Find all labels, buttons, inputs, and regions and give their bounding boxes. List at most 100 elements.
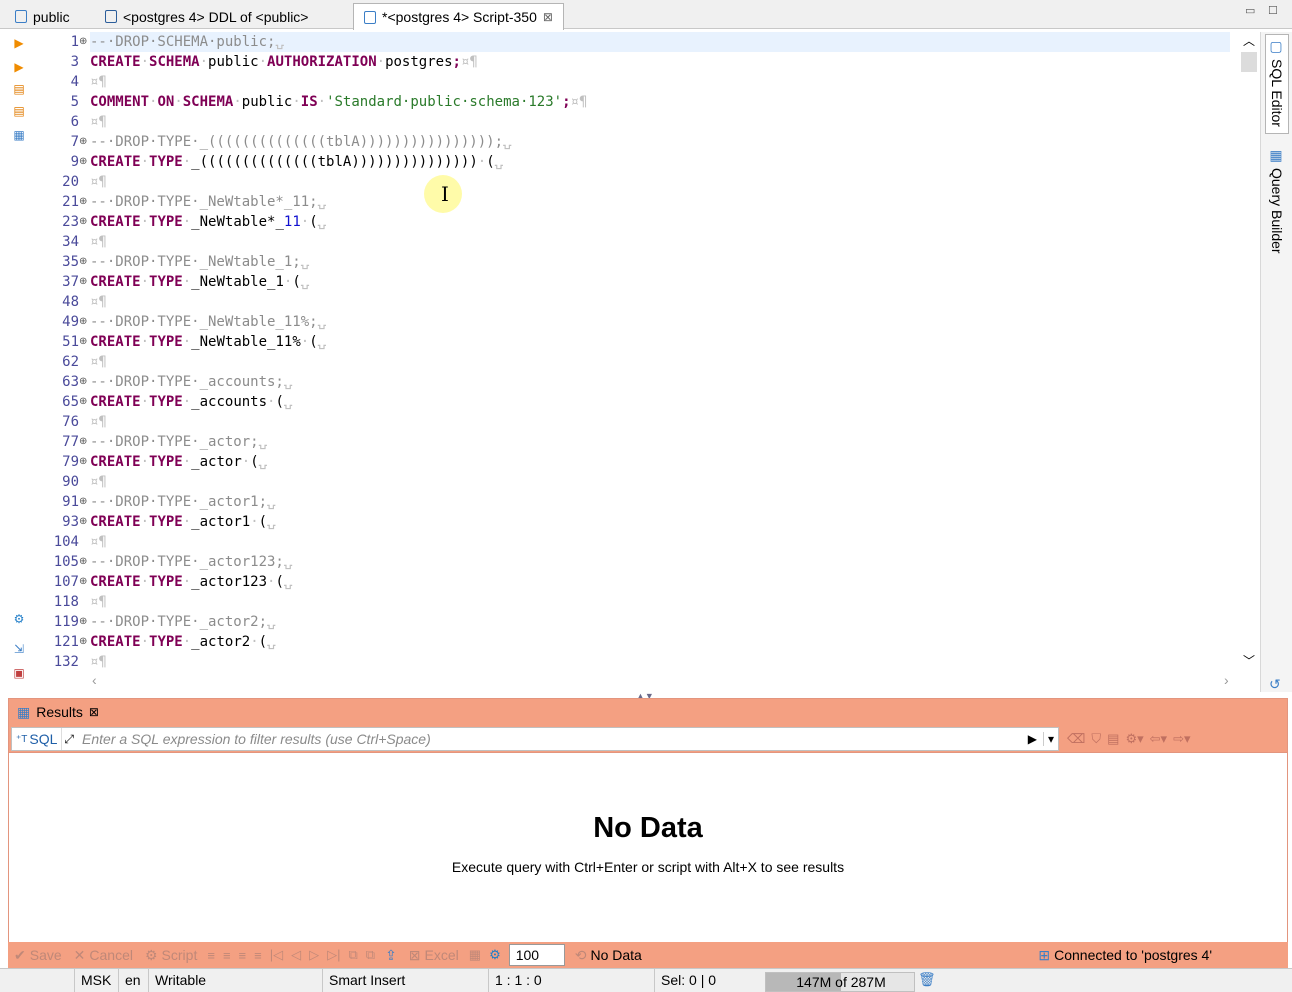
code-line[interactable]: --·DROP·TYPE·_actor2;⍽	[90, 612, 1230, 632]
scroll-down-icon[interactable]: ﹀	[1243, 652, 1255, 669]
code-line[interactable]: ¤¶	[90, 592, 1230, 612]
code-line[interactable]: --·DROP·SCHEMA·public;⍽	[90, 32, 1230, 52]
code-line[interactable]: --·DROP·TYPE·_NeWtable_11%;⍽	[90, 312, 1230, 332]
explain-plan-icon[interactable]: ▦	[12, 128, 26, 142]
script-button[interactable]: ⚙ Script	[139, 947, 203, 964]
fold-toggle-icon[interactable]: ⊕	[79, 392, 87, 412]
tab-sql-editor[interactable]: ▢ SQL Editor	[1265, 34, 1289, 134]
fold-toggle-icon[interactable]: ⊕	[79, 492, 87, 512]
code-line[interactable]: CREATE·TYPE·_actor2·(⍽	[90, 632, 1230, 652]
fold-toggle-icon[interactable]: ⊕	[79, 572, 87, 592]
code-line[interactable]: ¤¶	[90, 72, 1230, 92]
code-line[interactable]: CREATE·TYPE·_actor·(⍽	[90, 452, 1230, 472]
fold-toggle-icon[interactable]: ⊕	[79, 32, 87, 52]
minimize-icon[interactable]: ▭	[1245, 6, 1256, 17]
code-line[interactable]: ¤¶	[90, 352, 1230, 372]
garbage-collect-icon[interactable]: 🗑	[918, 971, 936, 988]
fold-toggle-icon[interactable]: ⊕	[79, 452, 87, 472]
code-line[interactable]: CREATE·TYPE·_NeWtable*_11·(⍽	[90, 212, 1230, 232]
code-line[interactable]: --·DROP·TYPE·_actor1;⍽	[90, 492, 1230, 512]
code-line[interactable]: ¤¶	[90, 292, 1230, 312]
forward-icon[interactable]: ⇨▾	[1173, 731, 1190, 747]
export-button[interactable]: ⇪	[379, 947, 403, 964]
code-line[interactable]: --·DROP·TYPE·_actor123;⍽	[90, 552, 1230, 572]
save-filter-icon[interactable]: ▤	[1107, 731, 1119, 747]
prev-page-icon[interactable]: ◁	[287, 947, 305, 963]
code-line[interactable]: CREATE·TYPE·_NeWtable_11%·(⍽	[90, 332, 1230, 352]
code-line[interactable]: ¤¶	[90, 412, 1230, 432]
editor-horizontal-scrollbar[interactable]: ‹ ›	[90, 672, 1240, 692]
filter-history-icon[interactable]: ▾	[1042, 732, 1058, 746]
fold-toggle-icon[interactable]: ⊕	[79, 512, 87, 532]
code-line[interactable]: CREATE·TYPE·_NeWtable_1·(⍽	[90, 272, 1230, 292]
first-page-icon[interactable]: |◁	[266, 947, 287, 963]
code-line[interactable]: --·DROP·TYPE·_((((((((((((((tblA))))))))…	[90, 132, 1230, 152]
code-line[interactable]: ¤¶	[90, 532, 1230, 552]
fold-toggle-icon[interactable]: ⊕	[79, 632, 87, 652]
refresh-button[interactable]: ⟲ No Data	[569, 947, 648, 964]
fold-toggle-icon[interactable]: ⊕	[79, 192, 87, 212]
execute-script-new-tab-icon[interactable]: ▤	[12, 104, 26, 118]
code-line[interactable]: CREATE·TYPE·_actor123·(⍽	[90, 572, 1230, 592]
filter-settings-icon[interactable]: ⛉	[1091, 731, 1101, 747]
code-line[interactable]: CREATE·TYPE·_actor1·(⍽	[90, 512, 1230, 532]
fold-toggle-icon[interactable]: ⊕	[79, 272, 87, 292]
fold-toggle-icon[interactable]: ⊕	[79, 212, 87, 232]
code-line[interactable]: ¤¶	[90, 112, 1230, 132]
load-script-icon[interactable]: ▣	[12, 666, 26, 680]
fetch-page-icon[interactable]: ⧉	[344, 947, 361, 963]
code-line[interactable]: ¤¶	[90, 232, 1230, 252]
clear-filter-icon[interactable]: ⌫	[1067, 731, 1085, 747]
edit-row-icon[interactable]: ≡	[203, 948, 219, 963]
sql-editor[interactable]: 1 ⊕ 3 4 5 6 7 ⊕ 9 ⊕ 20 21 ⊕ 23 ⊕ 34 35 ⊕ 37 ⊕ 48 49 ⊕ 51 ⊕ 62 63 ⊕ 6…	[34, 32, 1239, 671]
next-page-icon[interactable]: ▷	[305, 947, 323, 963]
scroll-thumb[interactable]	[1241, 52, 1257, 72]
filter-input[interactable]	[76, 731, 1022, 747]
settings-gear-icon[interactable]: ⚙	[12, 612, 26, 626]
tab-script-350[interactable]: *<postgres 4> Script-350 ⊠	[353, 3, 564, 30]
tab-ddl-public[interactable]: <postgres 4> DDL of <public>	[94, 3, 320, 29]
code-line[interactable]: ¤¶	[90, 172, 1230, 192]
fold-toggle-icon[interactable]: ⊕	[79, 312, 87, 332]
sql-button[interactable]: ⁺T SQL	[12, 728, 63, 750]
execute-new-tab-icon[interactable]: ▶	[12, 60, 26, 74]
code-line[interactable]: --·DROP·TYPE·_actor;⍽	[90, 432, 1230, 452]
fetch-size-input[interactable]	[508, 944, 565, 966]
tab-results[interactable]: ▦ Results ⊠	[9, 699, 107, 725]
code-line[interactable]: --·DROP·TYPE·_NeWtable_1;⍽	[90, 252, 1230, 272]
fold-toggle-icon[interactable]: ⊕	[79, 152, 87, 172]
fold-toggle-icon[interactable]: ⊕	[79, 372, 87, 392]
back-icon[interactable]: ⇦▾	[1150, 731, 1167, 747]
scroll-up-icon[interactable]: ︿	[1243, 32, 1255, 49]
close-icon[interactable]: ⊠	[89, 705, 99, 719]
panels-icon[interactable]: ⚙▾	[1125, 731, 1143, 747]
fetch-all-icon[interactable]: ⧉	[362, 947, 379, 963]
code-line[interactable]: CREATE·TYPE·_((((((((((((((tblA)))))))))…	[90, 152, 1230, 172]
execute-statement-icon[interactable]: ▶	[12, 36, 26, 50]
expand-icon[interactable]: ⤢	[62, 732, 76, 747]
settings-gear-icon[interactable]: ⚙	[485, 947, 505, 963]
tab-query-builder[interactable]: ▦ Query Builder	[1265, 144, 1289, 264]
add-row-icon[interactable]: ≡	[219, 948, 235, 963]
excel-button[interactable]: ⊠ Excel	[403, 947, 465, 964]
apply-filter-icon[interactable]: ▶	[1022, 732, 1043, 746]
delete-row-icon[interactable]: ≡	[250, 948, 266, 963]
editor-vertical-scrollbar[interactable]: ︿ ﹀	[1239, 32, 1259, 671]
code-line[interactable]: --·DROP·TYPE·_NeWtable*_11;⍽	[90, 192, 1230, 212]
copy-row-icon[interactable]: ≡	[235, 948, 251, 963]
fold-toggle-icon[interactable]: ⊕	[79, 552, 87, 572]
close-icon[interactable]: ⊠	[543, 10, 553, 24]
fold-toggle-icon[interactable]: ⊕	[79, 612, 87, 632]
code-line[interactable]: CREATE·SCHEMA·public·AUTHORIZATION·postg…	[90, 52, 1230, 72]
code-line[interactable]: ¤¶	[90, 472, 1230, 492]
scroll-left-icon[interactable]: ‹	[92, 672, 97, 688]
fold-toggle-icon[interactable]: ⊕	[79, 332, 87, 352]
fold-toggle-icon[interactable]: ⊕	[79, 252, 87, 272]
cancel-button[interactable]: ✕ Cancel	[68, 947, 139, 964]
code-line[interactable]: --·DROP·TYPE·_accounts;⍽	[90, 372, 1230, 392]
panels-toggle-icon[interactable]: ▦	[465, 947, 485, 963]
restore-icon[interactable]: ↺	[1269, 676, 1281, 693]
last-page-icon[interactable]: ▷|	[323, 947, 344, 963]
code-line[interactable]: CREATE·TYPE·_accounts·(⍽	[90, 392, 1230, 412]
tab-public[interactable]: public	[4, 3, 81, 29]
